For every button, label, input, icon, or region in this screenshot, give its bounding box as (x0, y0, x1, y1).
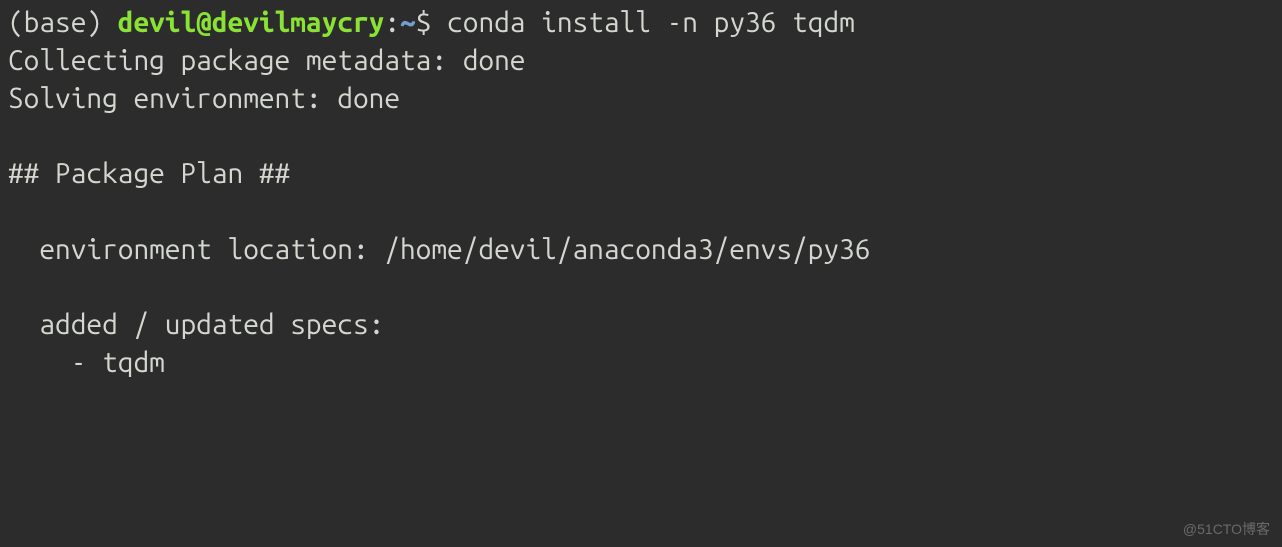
prompt-base: (base) (8, 7, 118, 38)
output-line: environment location: /home/devil/anacon… (8, 231, 1274, 269)
watermark-text: @51CTO博客 (1183, 520, 1270, 539)
output-line: - tqdm (8, 344, 1274, 382)
prompt-path: ~ (400, 7, 416, 38)
prompt-user-host: devil@devilmaycry (118, 7, 385, 38)
output-line: added / updated specs: (8, 306, 1274, 344)
output-line (8, 193, 1274, 231)
prompt-line[interactable]: (base) devil@devilmaycry:~$ conda instal… (8, 4, 1274, 42)
prompt-dollar: $ (416, 7, 447, 38)
output-line: ## Package Plan ## (8, 155, 1274, 193)
output-line (8, 269, 1274, 307)
command-text: conda install -n py36 tqdm (447, 7, 855, 38)
output-line: Solving environment: done (8, 80, 1274, 118)
output-line (8, 382, 1274, 420)
prompt-separator: : (384, 7, 400, 38)
output-line: Collecting package metadata: done (8, 42, 1274, 80)
output-line (8, 117, 1274, 155)
